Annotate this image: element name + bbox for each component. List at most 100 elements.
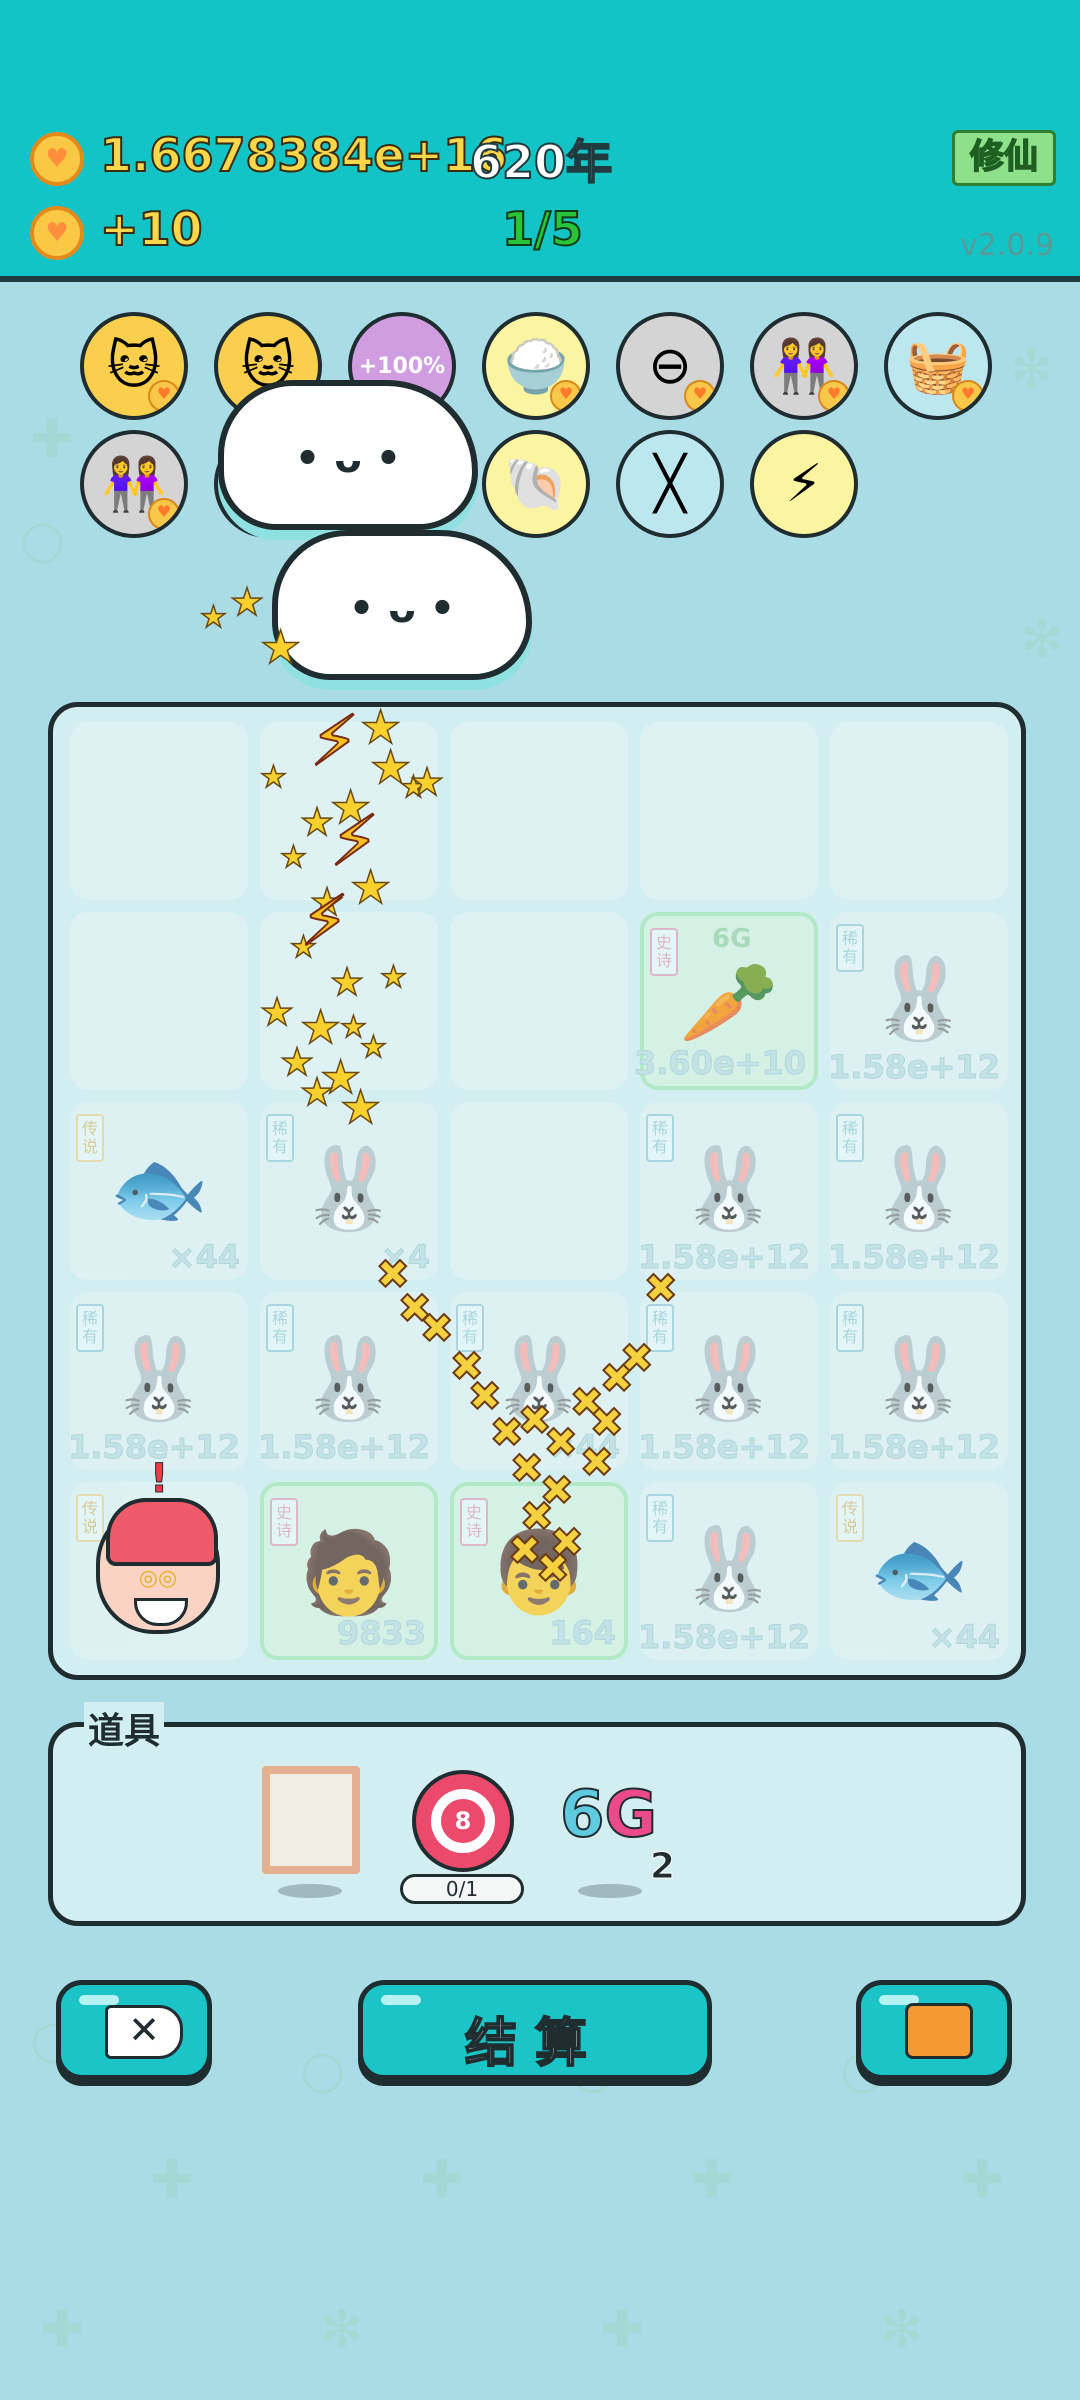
heart-badge-icon: ♥ [818, 380, 850, 412]
bg-flower-icon: ✻ [880, 2300, 924, 2360]
lightning-bolt-icon: ⚡ [329, 799, 380, 883]
income-rate: +10 [99, 201, 204, 257]
board-cell[interactable]: 传说 🐟 ×44 [70, 1102, 248, 1280]
top-bar: ♥ 1.6678384e+16 620年 ♥ +10 1/5 修仙 v2.0.9 [0, 0, 1080, 282]
sparkle-star-icon: ★ [339, 1079, 382, 1135]
sixg-six: 6 [559, 1777, 606, 1853]
unit-value: 1.58e+12 [828, 1238, 1001, 1277]
lightning-bolt-icon: ⚡ [299, 879, 350, 963]
target-prop[interactable]: 8 [412, 1770, 514, 1872]
cloud-face-icon: • ᴗ • [348, 586, 456, 632]
unit-art-icon: 🐰 [679, 1142, 779, 1235]
board-cell[interactable] [70, 912, 248, 1090]
inventory-button[interactable] [856, 1980, 1012, 2080]
lightning-bolt-icon: ⚡ [309, 699, 360, 783]
exit-button[interactable]: ✕ [56, 1980, 212, 2080]
unit-value: ×44 [168, 1238, 240, 1277]
board-cell[interactable]: 传说 🐟 ×44 [830, 1482, 1008, 1660]
mirror-frame-prop[interactable] [262, 1766, 360, 1874]
heart-coin-icon: ♥ [30, 132, 84, 186]
board-cell[interactable] [70, 722, 248, 900]
sparkle-star-icon: ★ [299, 799, 335, 845]
version-label: v2.0.9 [960, 228, 1055, 263]
board-cell[interactable]: 稀有 🐰 1.58e+12 [638, 1482, 818, 1660]
lightning-icon[interactable]: ⚡ [750, 430, 858, 538]
unit-art-icon: 🐰 [679, 1522, 779, 1615]
unit-art-icon: 🐰 [109, 1332, 209, 1425]
board-cell[interactable]: 史诗 6G 🥕 3.60e+10 [634, 912, 818, 1090]
close-tag-icon: ✕ [105, 2005, 183, 2059]
heart-badge-icon: ♥ [952, 380, 984, 412]
board-cell[interactable] [450, 722, 628, 900]
unit-art-icon: 🐰 [869, 952, 969, 1045]
board-cell[interactable]: 稀有 🐰 1.58e+12 [828, 1292, 1008, 1470]
bg-ring-icon: ○ [20, 510, 66, 570]
board-cell[interactable]: 稀有 🐰 1.58e+12 [828, 912, 1008, 1090]
board-cell[interactable]: 稀有 🐰 1.58e+12 [638, 1292, 818, 1470]
unit-value: 1.58e+12 [638, 1428, 811, 1467]
unit-art-icon: 🐟 [109, 1142, 209, 1235]
board-cell[interactable] [450, 912, 628, 1090]
unit-art-icon: 🐰 [869, 1332, 969, 1425]
skill-glyph: +100% [358, 353, 446, 379]
target-number: 8 [441, 1799, 485, 1843]
board-cell[interactable]: 稀有 🐰 1.58e+12 [828, 1102, 1008, 1280]
settle-button[interactable]: 结算 [358, 1980, 712, 2080]
minus-circle-icon[interactable]: ⊖ ♥ [616, 312, 724, 420]
player-character[interactable]: ◎◎ [96, 1498, 220, 1634]
bg-plus-icon: ✚ [420, 2150, 464, 2210]
fruit-basket-icon[interactable]: 🧺 ♥ [884, 312, 992, 420]
xiuxian-button[interactable]: 修仙 [952, 130, 1056, 186]
target-progress: 0/1 [400, 1874, 524, 1904]
rarity-tag: 传说 [76, 1494, 104, 1542]
shell-icon[interactable]: 🐚 [482, 430, 590, 538]
board-cell[interactable]: 稀有 🐰 1.58e+12 [68, 1292, 248, 1470]
unit-art-icon: 🥕 [679, 956, 779, 1049]
hit-cross-icon: ✖ [643, 1265, 678, 1313]
year-counter: 620年 [469, 134, 613, 190]
heart-badge-icon: ♥ [148, 380, 180, 412]
sixg-count: 2 [649, 1846, 676, 1888]
bg-flower-icon: ✻ [1010, 340, 1054, 400]
alert-icon: ! [149, 1456, 169, 1503]
unit-value: 164 [549, 1614, 617, 1653]
character-mouth [134, 1598, 188, 1626]
cloud-face-icon: • ᴗ • [294, 436, 402, 482]
chopsticks-icon[interactable]: ╳ [616, 430, 724, 538]
sixg-prop[interactable]: 6G [559, 1777, 659, 1853]
twin-girls-icon[interactable]: 👭 ♥ [750, 312, 858, 420]
board-cell[interactable] [830, 722, 1008, 900]
hit-cross-icon: ✖ [619, 1335, 654, 1383]
bg-plus-icon: ✚ [30, 410, 74, 470]
sparkle-star-icon: ★ [199, 599, 227, 636]
board-cell[interactable]: 稀有 🐰 1.58e+12 [638, 1102, 818, 1280]
unit-art-icon: 🐰 [869, 1142, 969, 1235]
bg-flower-icon: ✻ [320, 2300, 364, 2360]
cloud-character: • ᴗ • [272, 530, 532, 680]
unit-value: 3.60e+10 [634, 1044, 807, 1083]
board-cell[interactable] [640, 722, 818, 900]
unit-value: 1.58e+12 [828, 1048, 1001, 1087]
heart-badge-icon: ♥ [550, 380, 582, 412]
stage-progress: 1/5 [501, 201, 584, 257]
cloud-character: • ᴗ • [218, 380, 478, 530]
sparkle-star-icon: ★ [379, 959, 407, 996]
hit-cross-icon: ✖ [419, 1305, 454, 1353]
briefcase-icon [905, 2003, 973, 2059]
sixg-g: G [604, 1777, 659, 1853]
heart-badge-icon: ♥ [684, 380, 716, 412]
skill-glyph: ⚡ [785, 454, 823, 514]
bg-plus-icon: ✚ [150, 2150, 194, 2210]
heart-badge-icon: ♥ [148, 498, 180, 530]
skill-glyph: ╳ [654, 454, 686, 514]
hit-cross-icon: ✖ [509, 1445, 544, 1493]
rice-bowl-icon[interactable]: 🍚 ♥ [482, 312, 590, 420]
twin-girls-icon[interactable]: 👭 ♥ [80, 430, 188, 538]
board-cell[interactable] [450, 1102, 628, 1280]
board-cell[interactable]: 史诗 🧑 9833 [260, 1482, 438, 1660]
settle-label: 结算 [464, 2013, 605, 2075]
prop-shadow [278, 1884, 342, 1898]
cat-scratch-icon[interactable]: 🐱 ♥ [80, 312, 188, 420]
unit-art-icon: 🐰 [299, 1142, 399, 1235]
unit-art-icon: 🐟 [869, 1522, 969, 1615]
